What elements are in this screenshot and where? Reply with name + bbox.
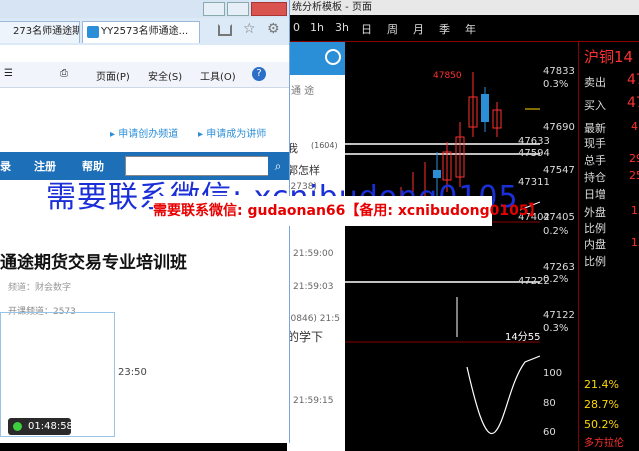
power-icon[interactable] (325, 49, 341, 65)
menu-tools[interactable]: 工具(O) (200, 68, 236, 83)
tab-channel-1[interactable]: 273名师通途期货... (0, 21, 80, 43)
quote-label: 买入 (584, 99, 606, 112)
quote-label: 比例 (584, 255, 606, 268)
axis-pct: 0.3% (543, 79, 569, 90)
chat-time: 21:59:03 (293, 282, 334, 292)
indicator-line (466, 355, 540, 435)
tab-label: YY2573名师通途... (101, 26, 189, 37)
quote-value: 4 (631, 120, 638, 133)
contact-banner: 需要联系微信: gudaonan66【备用: xcnibudong0105】 (153, 196, 543, 226)
period-quarter[interactable]: 季 (439, 21, 450, 37)
elapsed-time: 01:48:58 (28, 421, 73, 432)
quote-value: 25 (629, 169, 639, 182)
axis-label: 100 (543, 368, 563, 379)
quote-value: 47 (627, 95, 639, 111)
time-text: 23:50 (118, 367, 147, 378)
browser-titlebar (0, 0, 289, 18)
period-toolbar: 0 1h 3h 日 周 月 季 年 (288, 15, 639, 42)
axis-label: 47594 (518, 148, 550, 159)
candlestick-chart[interactable]: 47850 14分55秒 (345, 42, 540, 451)
period-month[interactable]: 月 (413, 21, 424, 37)
axis-pct: 0.3% (543, 323, 569, 334)
high-marker: 47850 (433, 71, 462, 81)
link-apply-channel[interactable]: ▸ 申请创办频道 (110, 125, 178, 140)
quote-label: 比例 (584, 222, 606, 235)
tab-channel-2[interactable]: YY2573名师通途... (82, 21, 200, 43)
recording-dot-icon (13, 422, 22, 431)
star-icon[interactable]: ☆ (243, 21, 256, 37)
quote-panel: 沪铜14 卖出 47 买入 47 最新 4 现手 总手 29 持仓 25 日增 … (578, 42, 639, 451)
nav-login[interactable]: 录 (0, 158, 11, 174)
quote-label: 总手 (584, 154, 606, 167)
help-icon[interactable]: ? (252, 67, 266, 81)
trading-window-title: 统分析模板 - 页面 (288, 0, 639, 15)
emoji-toolbar[interactable] (160, 435, 260, 443)
quote-label: 外盘 (584, 206, 606, 219)
axis-label: 47311 (518, 177, 550, 188)
recording-timer: 01:48:58 (8, 418, 73, 435)
gear-icon[interactable]: ⚙ (267, 21, 280, 37)
quote-label: 卖出 (584, 76, 606, 89)
quote-label: 最新 (584, 122, 606, 135)
menu-page[interactable]: 页面(P) (96, 68, 130, 83)
quote-label: 内盘 (584, 238, 606, 251)
quote-label: 日增 (584, 188, 606, 201)
quote-pct: 50.2% (584, 418, 619, 431)
axis-label: 47690 (543, 122, 575, 133)
chat-time: 21:59:15 (293, 396, 334, 406)
axis-label: 47547 (543, 165, 575, 176)
quote-value: 29 (629, 152, 639, 165)
maximize-button[interactable] (227, 2, 249, 16)
period-1h[interactable]: 1h (310, 21, 324, 34)
quote-value: 13 (631, 204, 639, 217)
browser-tabbar: 273名师通途期货... YY2573名师通途... ☆ ⚙ (0, 18, 289, 45)
page-title: 通途期货交易专业培训班 (0, 253, 187, 273)
link-apply-channel-label: 申请创办频道 (118, 129, 179, 140)
chat-time: (0846) 21:5 (287, 314, 340, 324)
tab-label: 273名师通途期货... (13, 26, 79, 37)
period-year[interactable]: 年 (465, 21, 476, 37)
chat-message: 的学下 (287, 330, 324, 344)
axis-label: 47633 (518, 136, 550, 147)
link-apply-lecturer-label: 申请成为讲师 (206, 129, 267, 140)
axis-pct: 0.2% (543, 226, 569, 237)
period-day[interactable]: 日 (361, 21, 372, 37)
period-0[interactable]: 0 (293, 21, 300, 34)
contract-name: 沪铜14 (584, 48, 634, 66)
quote-pct: 28.7% (584, 398, 619, 411)
axis-label: 47833 (543, 66, 575, 77)
quote-label: 现手 (584, 137, 606, 150)
close-button[interactable] (251, 2, 287, 16)
period-week[interactable]: 周 (387, 21, 398, 37)
axis-label: 47222 (518, 276, 550, 287)
quote-value: 47 (627, 72, 639, 88)
channel-header-text: 通 途 (291, 86, 315, 97)
axis-label: 47122 (543, 310, 575, 321)
quote-pct: 21.4% (584, 378, 619, 391)
axis-label: 47263 (543, 262, 575, 273)
period-3h[interactable]: 3h (335, 21, 349, 34)
long-label: 多方拉伦 (584, 438, 624, 449)
quote-value: 12 (631, 236, 639, 249)
chat-time: 21:59:00 (293, 249, 334, 259)
print-icon[interactable]: ⎙ (60, 68, 68, 79)
quote-label: 持仓 (584, 171, 606, 184)
axis-label: 80 (543, 398, 556, 409)
menu-safety[interactable]: 安全(S) (148, 68, 182, 83)
axis-label: 60 (543, 427, 556, 438)
command-bar: ☰ ⎙ 页面(P) 安全(S) 工具(O) ? (0, 62, 289, 88)
countdown-label: 14分55秒 (505, 330, 540, 343)
channel-header (287, 42, 345, 75)
channel-sub: 频道：财会数字 (8, 283, 72, 293)
candle-bar (481, 94, 489, 122)
link-apply-lecturer[interactable]: ▸ 申请成为讲师 (198, 125, 266, 140)
channel-window: 通 途 我 (1604) 郭怎样 (2738) 21:59:00 21:59:0… (287, 42, 345, 451)
ie-icon (87, 26, 99, 38)
axis-label: 47405 (543, 212, 575, 223)
minimize-button[interactable] (203, 2, 225, 16)
home-icon[interactable] (218, 24, 232, 36)
chat-id: (1604) (311, 141, 338, 150)
feed-icon[interactable]: ☰ (4, 68, 13, 79)
